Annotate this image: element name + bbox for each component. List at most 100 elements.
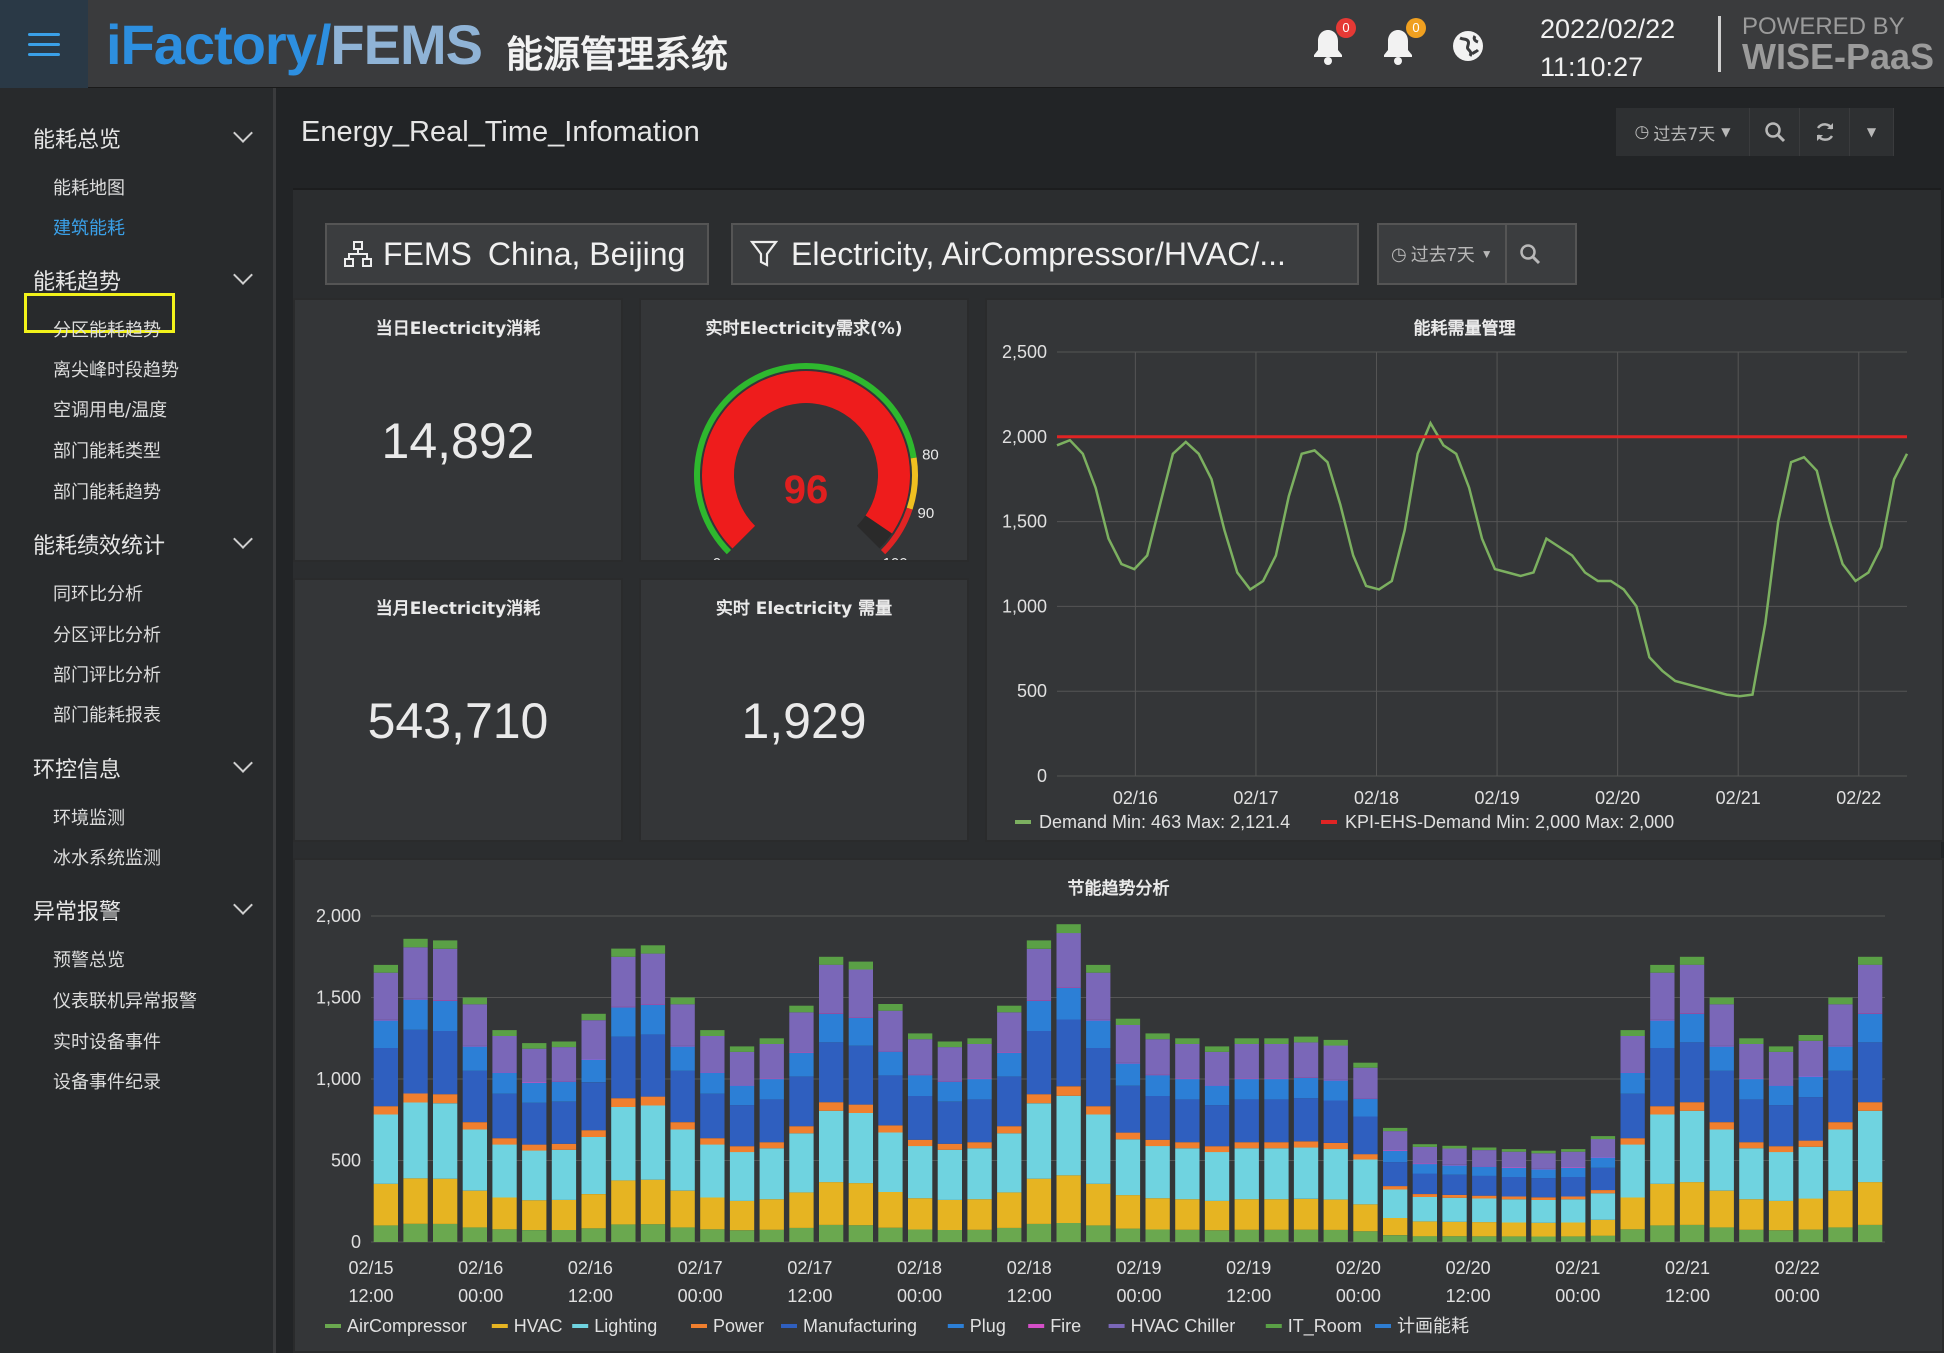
globe-icon[interactable] <box>1448 26 1488 66</box>
sidebar-item[interactable]: 设备事件纪录 <box>53 1068 161 1094</box>
sidebar-item-building-energy[interactable]: 建筑能耗 <box>53 214 125 240</box>
menu-icon[interactable] <box>0 0 88 88</box>
bar-segment <box>878 1051 903 1076</box>
bar-segment <box>1650 1106 1675 1115</box>
chevron-down-icon[interactable] <box>233 265 253 285</box>
bar-segment <box>729 1230 755 1242</box>
panel-time-range-label: 过去7天 <box>1410 245 1475 265</box>
bar-segment <box>1561 1149 1586 1152</box>
bar-segment <box>1709 1122 1734 1130</box>
sidebar-item[interactable]: 分区评比分析 <box>53 621 161 647</box>
time-range-picker[interactable]: ◷ 过去7天 ▼ <box>1616 108 1750 156</box>
bell-icon[interactable]: 0 <box>1308 18 1356 66</box>
bar-segment <box>1383 1186 1408 1190</box>
bar-segment <box>1650 1019 1675 1021</box>
bar-segment <box>1472 1150 1497 1167</box>
bar-segment <box>700 1036 725 1072</box>
refresh-icon[interactable] <box>1800 108 1850 156</box>
bar-segment <box>1412 1144 1437 1147</box>
bar-segment <box>848 961 873 970</box>
bar-segment <box>937 1143 962 1150</box>
bar-segment <box>1264 1142 1289 1149</box>
gauge-value: 96 <box>784 468 829 512</box>
zoom-icon[interactable] <box>1519 243 1541 265</box>
sidebar-item[interactable]: 离尖峰时段趋势 <box>53 356 179 382</box>
bar-segment <box>908 1075 933 1096</box>
bar-segment <box>1323 1143 1348 1150</box>
energy-filter[interactable]: Electricity, AirCompressor/HVAC/... <box>731 223 1359 285</box>
bar-segment <box>1115 1018 1141 1025</box>
bar-segment <box>1561 1167 1586 1168</box>
x-tick-label-time: 00:00 <box>1336 1286 1381 1306</box>
bar-segment <box>1026 1000 1052 1001</box>
bar-segment <box>908 1229 933 1242</box>
sidebar-item-energy-map[interactable]: 能耗地图 <box>53 174 125 200</box>
bar-segment <box>1086 1048 1111 1107</box>
bar-segment <box>1620 1138 1645 1145</box>
chevron-down-icon[interactable] <box>233 529 253 549</box>
bell-icon[interactable]: 0 <box>1378 18 1426 66</box>
sidebar-item[interactable]: 环境监测 <box>53 804 125 830</box>
bar-segment <box>1412 1197 1437 1222</box>
x-tick-label-date: 02/21 <box>1665 1258 1710 1278</box>
chevron-down-icon[interactable] <box>233 895 253 915</box>
x-tick-label: 02/17 <box>1233 788 1278 808</box>
bar-segment <box>1353 1067 1378 1099</box>
chevron-down-icon[interactable] <box>233 753 253 773</box>
demand-line-chart: 0 500 1,000 1,500 2,000 2,500 02/16 02/17 02/18 0… <box>1002 342 1909 832</box>
bar-segment <box>373 1183 398 1226</box>
sidebar-item[interactable]: 部门能耗趋势 <box>53 478 161 504</box>
bar-segment <box>1086 1183 1111 1226</box>
sidebar-item[interactable]: 实时设备事件 <box>53 1028 161 1054</box>
x-tick-label-date: 02/18 <box>897 1258 942 1278</box>
sidebar-item[interactable]: 空调用电/温度 <box>53 396 167 422</box>
x-tick-label-time: 12:00 <box>1007 1286 1052 1306</box>
bar-segment <box>1531 1222 1556 1237</box>
sidebar-item[interactable]: 分区能耗趋势 <box>53 316 161 342</box>
bar-segment <box>1175 1229 1200 1242</box>
bar-segment <box>1442 1145 1467 1149</box>
bar-segment <box>1531 1169 1556 1179</box>
legend-label: Plug <box>970 1316 1006 1336</box>
bar-segment <box>670 1045 695 1047</box>
sidebar-section-alarm[interactable]: 异常报警 <box>33 894 121 926</box>
bar-segment <box>997 1133 1022 1193</box>
sidebar-section-overview[interactable]: 能耗总览 <box>33 122 121 154</box>
bar-segment <box>1501 1177 1527 1197</box>
location-filter[interactable]: FEMS China, Beijing <box>325 223 709 285</box>
sidebar-item[interactable]: 部门能耗报表 <box>53 701 161 727</box>
sidebar-section-trend[interactable]: 能耗趋势 <box>33 264 121 296</box>
panel-time-range[interactable]: ◷ 过去7天 ▼ <box>1377 223 1577 285</box>
bar-segment <box>551 1149 577 1200</box>
bar-segment <box>729 1152 755 1201</box>
sidebar-item[interactable]: 同环比分析 <box>53 580 143 606</box>
bar-segment <box>1798 1140 1823 1147</box>
bar-segment <box>462 1046 487 1071</box>
chevron-down-icon[interactable] <box>233 123 253 143</box>
bar-segment <box>1293 1042 1319 1078</box>
bar-segment <box>1561 1151 1586 1168</box>
sidebar-item[interactable]: 预警总览 <box>53 946 125 972</box>
bar-segment <box>1768 1105 1794 1147</box>
bar-segment <box>551 1143 577 1150</box>
zoom-icon[interactable] <box>1750 108 1800 156</box>
sidebar-item[interactable]: 部门评比分析 <box>53 661 161 687</box>
sidebar-section-performance[interactable]: 能耗绩效统计 <box>33 528 165 560</box>
bar-segment <box>433 1000 458 1001</box>
bar-segment <box>789 1133 814 1193</box>
sidebar-item[interactable]: 仪表联机异常报警 <box>53 987 197 1013</box>
bar-segment <box>1798 1040 1823 1076</box>
bar-segment <box>1145 1033 1170 1040</box>
bar-segment <box>581 1020 606 1059</box>
bar-segment <box>1264 1044 1289 1079</box>
bar-segment <box>1620 1072 1645 1073</box>
sidebar-item[interactable]: 冰水系统监测 <box>53 844 161 870</box>
gauge-tick-label: 100 <box>883 555 908 560</box>
bar-segment <box>581 1130 606 1137</box>
caret-down-icon[interactable]: ▼ <box>1850 108 1894 156</box>
bar-segment <box>729 1046 755 1052</box>
bar-segment <box>1620 1036 1645 1072</box>
sidebar-item[interactable]: 部门能耗类型 <box>53 437 161 463</box>
bar-segment <box>1590 1190 1616 1194</box>
sidebar-section-environment[interactable]: 环控信息 <box>33 752 121 784</box>
